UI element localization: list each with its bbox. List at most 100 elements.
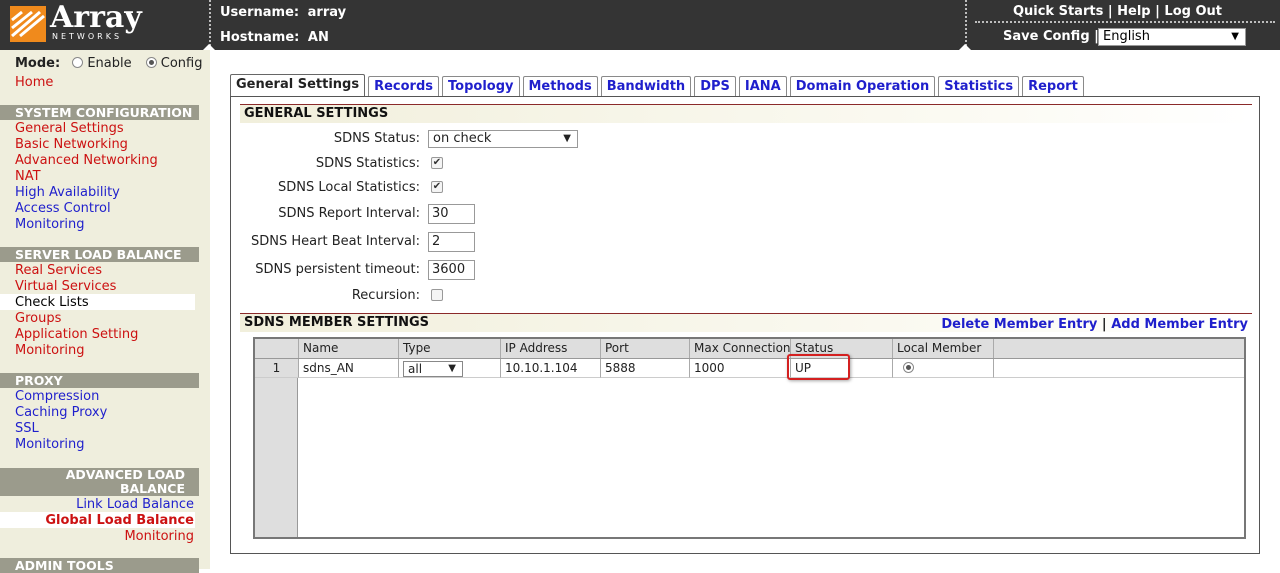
sidebar-item-monitoring-slb[interactable]: Monitoring [15, 343, 85, 359]
sidebar-item-basic-networking[interactable]: Basic Networking [15, 137, 128, 153]
header-sep-1: | [1107, 4, 1113, 19]
sidebar-item-ssl[interactable]: SSL [15, 421, 39, 437]
tab-bandwidth[interactable]: Bandwidth [600, 76, 692, 97]
cell-local-member[interactable] [893, 359, 994, 378]
recursion-checkbox[interactable] [431, 289, 443, 301]
sidebar: Mode: Enable Config Home SYSTEM CONFIGUR… [0, 50, 210, 573]
cell-type[interactable]: all ▼ [399, 359, 501, 378]
column-header-ip-address[interactable]: IP Address [501, 339, 601, 358]
sidebar-item-advanced-networking[interactable]: Advanced Networking [15, 153, 158, 169]
mode-config-radio[interactable] [145, 57, 157, 68]
mode-enable-radio[interactable] [72, 57, 84, 68]
tab-panel: GENERAL SETTINGS SDNS Status: on check ▼… [230, 96, 1260, 554]
tab-iana[interactable]: IANA [738, 76, 787, 97]
status-highlight-box [787, 354, 850, 380]
mode-config-label: Config [160, 56, 203, 71]
sdns-local-statistics-checkbox[interactable]: ✔ [431, 181, 443, 193]
cell-port[interactable]: 5888 [601, 359, 690, 378]
section-admin-tools: ADMIN TOOLS [0, 558, 199, 573]
heartbeat-interval-input[interactable]: 2 [428, 232, 475, 252]
header-links: Quick Starts | Help | Log Out [1013, 4, 1222, 19]
top-header: Array NETWORKS Username: array Hostname:… [0, 0, 1280, 50]
type-select-value: all [408, 362, 423, 376]
tab-statistics[interactable]: Statistics [938, 76, 1020, 97]
mode-label: Mode: [15, 56, 61, 71]
username-label: Username: [220, 5, 300, 20]
cell-name[interactable]: sdns_AN [299, 359, 399, 378]
column-header-name[interactable]: Name [299, 339, 399, 358]
tab-bar: General Settings Records Topology Methods Ba… [230, 74, 1087, 97]
sidebar-item-virtual-services[interactable]: Virtual Services [15, 279, 116, 295]
sidebar-item-link-load-balance[interactable]: Link Load Balance [76, 497, 194, 513]
header-sep-2: | [1155, 4, 1160, 19]
sidebar-item-access-control[interactable]: Access Control [15, 201, 111, 217]
persistent-timeout-input[interactable]: 3600 [428, 260, 475, 280]
sidebar-item-monitoring-system[interactable]: Monitoring [15, 217, 85, 233]
local-member-radio[interactable] [903, 362, 914, 373]
add-member-entry-link[interactable]: Add Member Entry [1111, 317, 1248, 332]
member-actions: Delete Member Entry | Add Member Entry [941, 317, 1248, 332]
sidebar-item-high-availability[interactable]: High Availability [15, 185, 120, 201]
section-advanced-title-line2: BALANCE [119, 481, 185, 496]
tab-records[interactable]: Records [368, 76, 440, 97]
column-header-local-member[interactable]: Local Member [893, 339, 994, 358]
cell-max-connections[interactable]: 1000 [690, 359, 791, 378]
column-header-type[interactable]: Type [399, 339, 501, 358]
tab-general-settings[interactable]: General Settings [230, 74, 366, 97]
logo-text: Array [50, 0, 142, 35]
header-divider-right [965, 0, 967, 50]
sdns-statistics-checkbox[interactable]: ✔ [431, 157, 443, 169]
section-advanced-title-line1: ADVANCED LOAD [65, 467, 185, 482]
report-interval-label: SDNS Report Interval: [278, 206, 420, 221]
header-notch-right [959, 44, 971, 50]
main-content: General Settings Records Topology Methods Ba… [230, 74, 1260, 554]
sidebar-item-monitoring-proxy[interactable]: Monitoring [15, 437, 85, 453]
save-config-link[interactable]: Save Config | [1003, 29, 1099, 44]
sidebar-item-global-load-balance[interactable]: Global Load Balance [45, 513, 194, 529]
dropdown-arrow-icon: ▼ [448, 363, 456, 374]
tab-domain-operation[interactable]: Domain Operation [789, 76, 936, 97]
sidebar-item-application-setting[interactable]: Application Setting [15, 327, 138, 343]
sdns-status-select[interactable]: on check ▼ [428, 130, 578, 148]
sidebar-item-monitoring-alb[interactable]: Monitoring [124, 529, 194, 545]
hostname-value: AN [307, 30, 329, 45]
mode-enable-label: Enable [87, 56, 132, 71]
sidebar-item-groups[interactable]: Groups [15, 311, 61, 327]
hostname-label: Hostname: [220, 30, 300, 45]
cell-empty-filler [994, 359, 1244, 378]
tab-methods[interactable]: Methods [522, 76, 598, 97]
mode-row: Mode: Enable Config [15, 56, 202, 71]
member-actions-sep: | [1101, 317, 1107, 332]
language-select[interactable]: English ▼ [1098, 28, 1246, 46]
dropdown-arrow-icon: ▼ [563, 133, 571, 144]
sidebar-item-compression[interactable]: Compression [15, 389, 99, 405]
delete-member-entry-link[interactable]: Delete Member Entry [941, 317, 1097, 332]
grid-corner [255, 339, 299, 358]
row-number: 1 [255, 359, 299, 378]
sidebar-item-nat[interactable]: NAT [15, 169, 41, 185]
language-value: English [1103, 29, 1150, 44]
report-interval-input[interactable]: 30 [428, 204, 475, 224]
cell-ip-address[interactable]: 10.10.1.104 [501, 359, 601, 378]
username-value: array [307, 5, 347, 20]
tab-report[interactable]: Report [1022, 76, 1084, 97]
array-logo[interactable]: Array NETWORKS [10, 0, 210, 46]
checkmark-icon: ✔ [432, 181, 442, 192]
tab-topology[interactable]: Topology [442, 76, 520, 97]
checkmark-icon: ✔ [432, 157, 442, 168]
sidebar-item-general-settings[interactable]: General Settings [15, 121, 124, 137]
sidebar-item-caching-proxy[interactable]: Caching Proxy [15, 405, 107, 421]
sidebar-item-home[interactable]: Home [15, 75, 53, 91]
quick-starts-link[interactable]: Quick Starts [1013, 4, 1103, 19]
type-select[interactable]: all ▼ [403, 361, 463, 377]
column-header-port[interactable]: Port [601, 339, 690, 358]
tab-dps[interactable]: DPS [694, 76, 736, 97]
logout-link[interactable]: Log Out [1164, 4, 1222, 19]
column-header-max-connections[interactable]: Max Connections [690, 339, 791, 358]
help-link[interactable]: Help [1117, 4, 1150, 19]
header-dotted-line [975, 21, 1275, 23]
sidebar-item-check-lists[interactable]: Check Lists [15, 295, 89, 311]
sidebar-item-real-services[interactable]: Real Services [15, 263, 102, 279]
general-settings-header: GENERAL SETTINGS [240, 104, 1252, 123]
section-advanced-load-balance: ADVANCED LOAD BALANCE [0, 468, 199, 496]
